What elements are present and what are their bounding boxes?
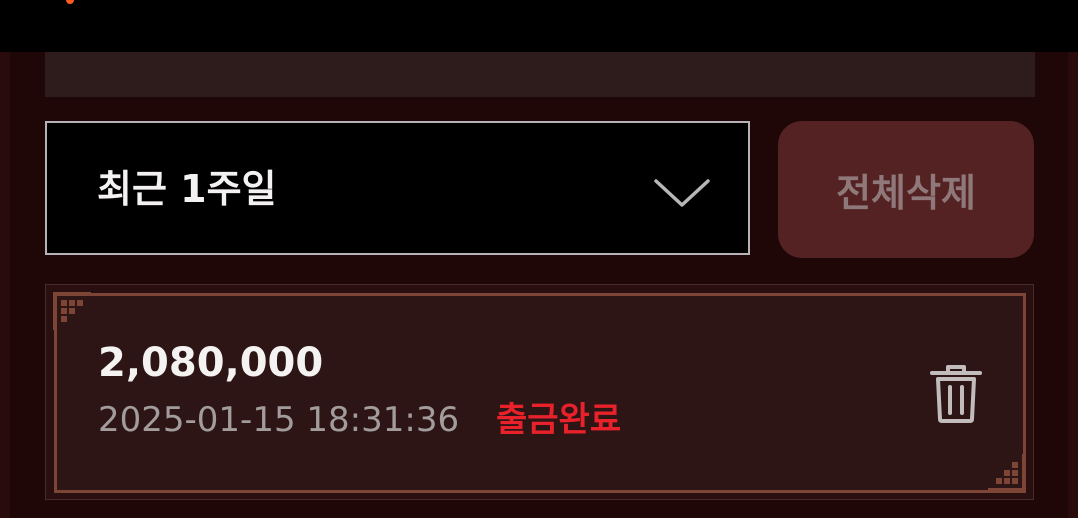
page-edge-left xyxy=(0,52,10,518)
top-panel xyxy=(45,52,1035,97)
delete-all-button[interactable]: 전체삭제 xyxy=(778,121,1034,258)
top-bar xyxy=(0,0,1078,52)
transaction-status-badge: 출금완료 xyxy=(496,400,622,440)
ornament-corner-icon xyxy=(988,454,1026,492)
ornament-corner-icon xyxy=(53,292,91,330)
status-indicator xyxy=(66,0,74,4)
transaction-amount: 2,080,000 xyxy=(98,340,324,386)
card-frame xyxy=(54,293,1026,493)
transaction-card: 2,080,000 2025-01-15 18:31:36 출금완료 xyxy=(45,284,1034,500)
page-edge-right xyxy=(1068,52,1078,518)
chevron-down-icon xyxy=(654,179,710,207)
period-dropdown-label: 최근 1주일 xyxy=(97,167,277,211)
period-dropdown[interactable]: 최근 1주일 xyxy=(45,121,750,255)
transaction-datetime: 2025-01-15 18:31:36 xyxy=(98,400,460,440)
trash-icon xyxy=(930,365,982,423)
delete-record-button[interactable] xyxy=(926,363,986,425)
